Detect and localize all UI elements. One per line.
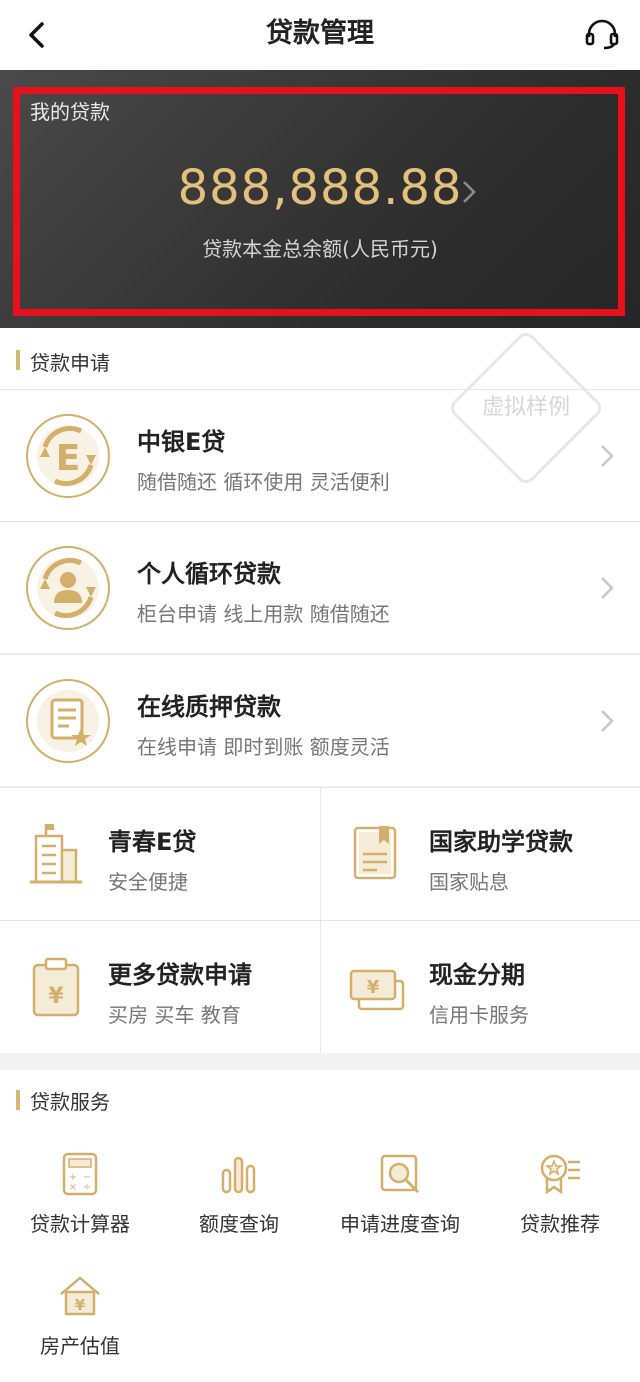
magnifier-icon [380,1154,420,1194]
house-yuan-icon: ¥ [60,1276,100,1316]
loan-item-title: 在线质押贷款 [137,693,281,721]
grid-item-title: 现金分期 [429,961,525,989]
service-label: 房产估值 [40,1334,120,1358]
section-title: 贷款申请 [30,351,110,375]
service-property-valuation[interactable]: ¥ 房产估值 [0,1274,160,1359]
watermark-text: 虚拟样例 [481,395,570,420]
award-icon [540,1154,580,1195]
loan-item-online-pledge[interactable]: 在线质押贷款 在线申请 即时到账 额度灵活 [0,654,640,786]
service-loan-calculator[interactable]: + − × ÷ 贷款计算器 [0,1152,160,1237]
service-application-progress[interactable]: 申请进度查询 [320,1152,480,1237]
loan-item-youth-e-loan[interactable]: 青春E贷 安全便捷 [0,787,320,920]
building-icon [30,824,82,884]
calculator-icon: + − × ÷ [62,1152,98,1196]
nav-bar: 贷款管理 [0,0,640,70]
loan-services-panel: 贷款服务 + − × ÷ 贷款计算器 额度查询 申请进度查询 贷款推荐 ¥ 房产… [0,1070,640,1382]
chevron-right-icon[interactable] [458,178,480,206]
service-credit-limit-query[interactable]: 额度查询 [159,1152,319,1237]
service-label: 贷款推荐 [520,1212,600,1236]
loan-item-desc: 柜台申请 线上用款 随借随还 [137,602,390,626]
svg-text:¥: ¥ [48,984,64,1009]
section-accent-bar [16,350,20,370]
pledge-document-icon [26,679,110,763]
book-icon [353,826,397,880]
chevron-right-icon [601,710,614,732]
headset-icon [585,19,619,50]
loan-balance-amount: 888,888.88 [177,160,463,216]
service-loan-recommendation[interactable]: 贷款推荐 [480,1152,640,1237]
grid-item-desc: 买房 买车 教育 [108,1003,241,1027]
svg-text:×: × [69,1182,77,1193]
section-title: 贷款服务 [30,1090,110,1114]
section-accent-bar [16,1090,20,1110]
cash-yuan-icon: ¥ [349,969,405,1011]
service-label: 申请进度查询 [340,1212,460,1236]
loan-item-title: 个人循环贷款 [137,560,281,588]
chevron-right-icon [601,577,614,599]
loan-item-desc: 在线申请 即时到账 额度灵活 [137,735,390,759]
chevron-right-icon [601,445,614,467]
grid-item-title: 更多贷款申请 [108,961,252,989]
loan-item-personal-revolving[interactable]: 个人循环贷款 柜台申请 线上用款 随借随还 [0,521,640,653]
bar-chart-icon [221,1156,256,1194]
loan-item-title: 中银E贷 [137,428,226,456]
my-loan-card[interactable]: 我的贷款 888,888.88 贷款本金总余额(人民币元) [0,70,640,328]
grid-item-desc: 安全便捷 [108,870,188,894]
clipboard-yuan-icon: ¥ [32,957,80,1017]
loan-balance-caption: 贷款本金总余额(人民币元) [202,237,438,261]
grid-item-desc: 国家贴息 [429,870,509,894]
grid-item-title: 国家助学贷款 [429,828,573,856]
loan-item-desc: 随借随还 循环使用 灵活便利 [137,470,390,494]
page-title: 贷款管理 [266,18,374,49]
e-loan-icon: E [26,414,110,498]
svg-text:÷: ÷ [83,1182,91,1193]
svg-text:E: E [56,438,81,479]
loan-item-more-applications[interactable]: ¥ 更多贷款申请 买房 买车 教育 [0,920,320,1053]
grid-item-title: 青春E贷 [108,828,197,856]
svg-text:¥: ¥ [367,977,380,998]
my-loan-label: 我的贷款 [30,100,110,124]
person-cycle-icon [26,546,110,630]
loan-item-national-student-loan[interactable]: 国家助学贷款 国家贴息 [320,787,640,920]
service-label: 贷款计算器 [30,1212,130,1236]
customer-service-button[interactable] [582,15,622,55]
loan-item-cash-installment[interactable]: ¥ 现金分期 信用卡服务 [320,920,640,1053]
grid-item-desc: 信用卡服务 [429,1003,529,1027]
section-divider [0,1053,640,1069]
service-label: 额度查询 [199,1212,279,1236]
svg-text:¥: ¥ [75,1296,86,1314]
